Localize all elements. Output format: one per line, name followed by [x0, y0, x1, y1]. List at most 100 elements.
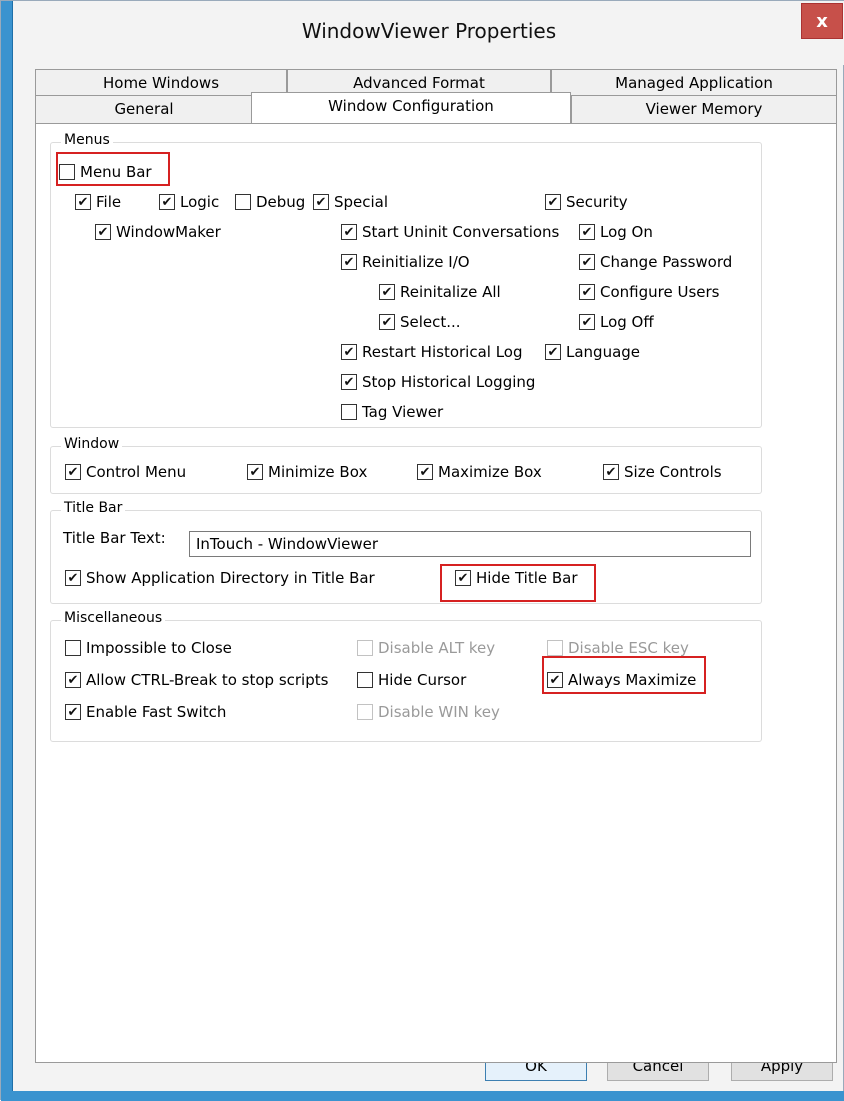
hide-title-bar-checkbox[interactable]: ✔ Hide Title Bar	[455, 569, 578, 587]
checkbox-box	[357, 640, 373, 656]
configure-users-label: Configure Users	[600, 283, 720, 301]
check-icon: ✔	[159, 194, 175, 210]
start-uninit-checkbox[interactable]: ✔ Start Uninit Conversations	[341, 223, 559, 241]
start-uninit-label: Start Uninit Conversations	[362, 223, 560, 241]
checkbox-box	[65, 640, 81, 656]
log-off-checkbox[interactable]: ✔ Log Off	[579, 313, 654, 331]
stop-historical-label: Stop Historical Logging	[362, 373, 536, 391]
control-menu-label: Control Menu	[86, 463, 187, 481]
title-bar-legend: Title Bar	[61, 500, 126, 516]
language-label: Language	[566, 343, 641, 361]
dialog-window: WindowViewer Properties x Home Windows A…	[0, 0, 844, 1101]
configure-users-checkbox[interactable]: ✔ Configure Users	[579, 283, 719, 301]
select-checkbox[interactable]: ✔ Select...	[379, 313, 461, 331]
hide-cursor-checkbox[interactable]: Hide Cursor	[357, 671, 466, 689]
disable-esc-key-checkbox[interactable]: Disable ESC key	[547, 639, 689, 657]
maximize-box-checkbox[interactable]: ✔ Maximize Box	[417, 463, 542, 481]
check-icon: ✔	[65, 704, 81, 720]
size-controls-label: Size Controls	[624, 463, 722, 481]
check-icon: ✔	[341, 254, 357, 270]
debug-label: Debug	[256, 193, 306, 211]
log-off-label: Log Off	[600, 313, 654, 331]
tab-viewer-memory[interactable]: Viewer Memory	[571, 95, 837, 123]
always-maximize-label: Always Maximize	[568, 671, 697, 689]
impossible-to-close-checkbox[interactable]: Impossible to Close	[65, 639, 232, 657]
disable-win-key-checkbox[interactable]: Disable WIN key	[357, 703, 500, 721]
miscellaneous-group: Miscellaneous Impossible to Close Disabl…	[50, 610, 762, 742]
check-icon: ✔	[341, 344, 357, 360]
minimize-box-checkbox[interactable]: ✔ Minimize Box	[247, 463, 367, 481]
check-icon: ✔	[341, 224, 357, 240]
tab-window-configuration[interactable]: Window Configuration	[251, 92, 571, 123]
reinit-all-label: Reinitalize All	[400, 283, 501, 301]
language-checkbox[interactable]: ✔ Language	[545, 343, 640, 361]
check-icon: ✔	[545, 194, 561, 210]
check-icon: ✔	[95, 224, 111, 240]
control-menu-checkbox[interactable]: ✔ Control Menu	[65, 463, 186, 481]
impossible-to-close-label: Impossible to Close	[86, 639, 232, 657]
menu-bar-checkbox[interactable]: Menu Bar	[59, 163, 152, 181]
check-icon: ✔	[341, 374, 357, 390]
logic-label: Logic	[180, 193, 220, 211]
disable-alt-key-checkbox[interactable]: Disable ALT key	[357, 639, 495, 657]
title-bar-text-label: Title Bar Text:	[63, 529, 166, 547]
security-checkbox[interactable]: ✔ Security	[545, 193, 628, 211]
restart-historical-checkbox[interactable]: ✔ Restart Historical Log	[341, 343, 523, 361]
file-label: File	[96, 193, 122, 211]
security-label: Security	[566, 193, 628, 211]
title-bar-text-input[interactable]	[189, 531, 751, 557]
check-icon: ✔	[579, 314, 595, 330]
change-password-label: Change Password	[600, 253, 733, 271]
always-maximize-checkbox[interactable]: ✔ Always Maximize	[547, 671, 696, 689]
window-title: WindowViewer Properties	[301, 19, 557, 43]
checkbox-box	[59, 164, 75, 180]
check-icon: ✔	[417, 464, 433, 480]
allow-ctrl-break-checkbox[interactable]: ✔ Allow CTRL-Break to stop scripts	[65, 671, 328, 689]
tag-viewer-checkbox[interactable]: Tag Viewer	[341, 403, 443, 421]
hide-cursor-label: Hide Cursor	[378, 671, 467, 689]
file-checkbox[interactable]: ✔ File	[75, 193, 121, 211]
show-app-directory-checkbox[interactable]: ✔ Show Application Directory in Title Ba…	[65, 569, 375, 587]
tag-viewer-label: Tag Viewer	[362, 403, 444, 421]
menu-bar-label: Menu Bar	[80, 163, 152, 181]
close-button[interactable]: x	[801, 3, 843, 39]
menus-legend: Menus	[61, 132, 113, 148]
window-group: Window ✔ Control Menu ✔ Minimize Box ✔ M…	[50, 436, 762, 494]
disable-esc-key-label: Disable ESC key	[568, 639, 689, 657]
reinit-all-checkbox[interactable]: ✔ Reinitalize All	[379, 283, 501, 301]
checkbox-box	[547, 640, 563, 656]
size-controls-checkbox[interactable]: ✔ Size Controls	[603, 463, 722, 481]
tab-panel-window-configuration: Menus Menu Bar ✔ File ✔ Logic Debug ✔ Sp…	[35, 123, 837, 1063]
tab-managed-application[interactable]: Managed Application	[551, 69, 837, 97]
checkbox-box	[341, 404, 357, 420]
check-icon: ✔	[75, 194, 91, 210]
restart-historical-label: Restart Historical Log	[362, 343, 523, 361]
tab-general[interactable]: General	[35, 95, 253, 123]
enable-fast-switch-label: Enable Fast Switch	[86, 703, 227, 721]
log-on-checkbox[interactable]: ✔ Log On	[579, 223, 653, 241]
debug-checkbox[interactable]: Debug	[235, 193, 305, 211]
log-on-label: Log On	[600, 223, 653, 241]
check-icon: ✔	[379, 284, 395, 300]
special-checkbox[interactable]: ✔ Special	[313, 193, 388, 211]
windowmaker-label: WindowMaker	[116, 223, 221, 241]
close-icon: x	[816, 10, 828, 32]
maximize-box-label: Maximize Box	[438, 463, 542, 481]
check-icon: ✔	[379, 314, 395, 330]
tab-home-windows[interactable]: Home Windows	[35, 69, 287, 97]
reinit-io-checkbox[interactable]: ✔ Reinitialize I/O	[341, 253, 470, 271]
logic-checkbox[interactable]: ✔ Logic	[159, 193, 219, 211]
check-icon: ✔	[579, 224, 595, 240]
change-password-checkbox[interactable]: ✔ Change Password	[579, 253, 732, 271]
allow-ctrl-break-label: Allow CTRL-Break to stop scripts	[86, 671, 329, 689]
check-icon: ✔	[545, 344, 561, 360]
hide-title-bar-label: Hide Title Bar	[476, 569, 578, 587]
menus-group: Menus Menu Bar ✔ File ✔ Logic Debug ✔ Sp…	[50, 132, 762, 428]
title-bar[interactable]: WindowViewer Properties x	[13, 1, 844, 65]
windowmaker-checkbox[interactable]: ✔ WindowMaker	[95, 223, 221, 241]
check-icon: ✔	[247, 464, 263, 480]
window-border-left	[1, 1, 13, 1101]
enable-fast-switch-checkbox[interactable]: ✔ Enable Fast Switch	[65, 703, 226, 721]
stop-historical-checkbox[interactable]: ✔ Stop Historical Logging	[341, 373, 535, 391]
check-icon: ✔	[65, 570, 81, 586]
